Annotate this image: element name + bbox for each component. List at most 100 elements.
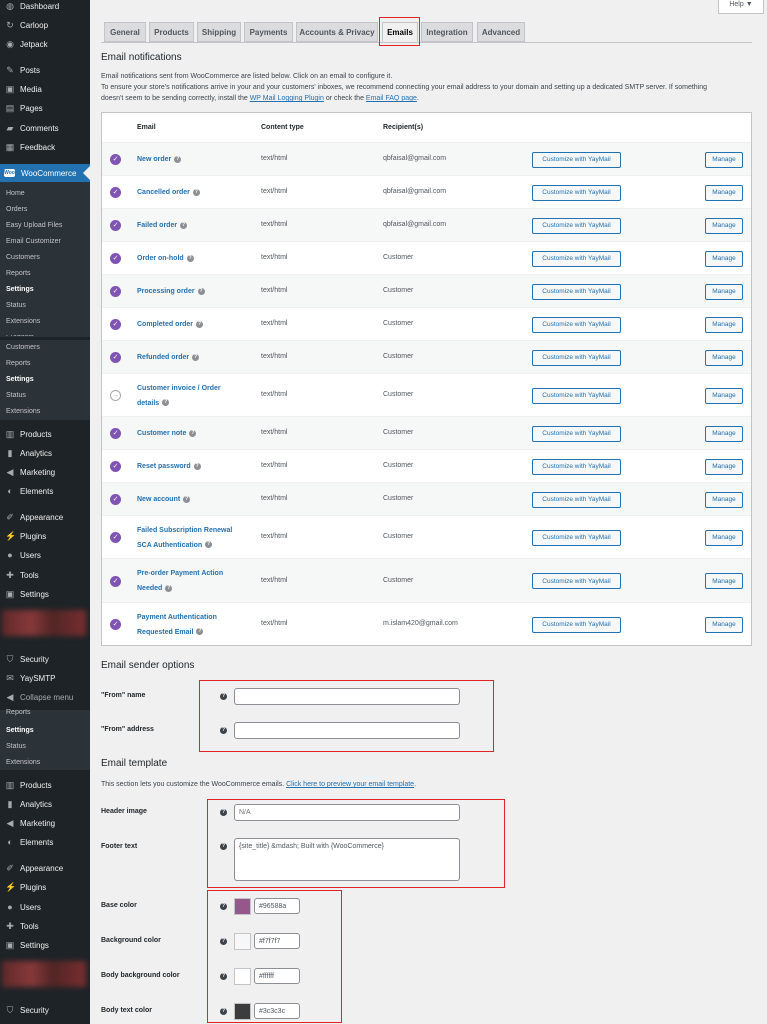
preview-template-link[interactable]: Click here to preview your email templat…: [286, 781, 414, 788]
manage-button[interactable]: Manage: [705, 425, 743, 442]
email-name-link[interactable]: Cancelled order?: [137, 185, 200, 200]
manage-button[interactable]: Manage: [705, 491, 743, 508]
email-name-link[interactable]: New order?: [137, 152, 182, 167]
manage-button[interactable]: Manage: [705, 387, 743, 404]
menu-elements[interactable]: ◐ Elements: [0, 482, 90, 500]
menu-tools[interactable]: ✚ Tools: [0, 566, 90, 584]
customize-yaymail-button[interactable]: Customize with YayMail: [532, 217, 621, 234]
menu-feedback[interactable]: ▦ Feedback: [0, 138, 90, 156]
help-tip-icon[interactable]: ?: [192, 353, 200, 361]
email-name-link[interactable]: New account?: [137, 492, 191, 507]
email-faq-link[interactable]: Email FAQ page: [366, 95, 417, 102]
submenu-settings[interactable]: Settings: [6, 286, 34, 293]
submenu-home[interactable]: Home: [6, 190, 25, 197]
manage-button[interactable]: Manage: [705, 529, 743, 546]
menu-woocommerce[interactable]: Woo WooCommerce: [0, 164, 90, 182]
help-button[interactable]: Help ▼: [718, 0, 764, 14]
customize-yaymail-button[interactable]: Customize with YayMail: [532, 573, 621, 589]
tab-shipping[interactable]: Shipping: [197, 22, 241, 42]
submenu-extensions[interactable]: Extensions: [6, 318, 40, 325]
tab-general[interactable]: General: [104, 22, 146, 42]
help-tip-icon[interactable]: ?: [183, 495, 191, 503]
submenu-customers[interactable]: Customers: [6, 254, 40, 261]
help-tip-icon[interactable]: ?: [162, 399, 170, 407]
menu-analytics[interactable]: ▮ Analytics: [0, 444, 90, 462]
menu-analytics[interactable]: ▮ Analytics: [0, 795, 90, 813]
email-name-link[interactable]: Reset password?: [137, 459, 201, 474]
tab-integration[interactable]: Integration: [421, 22, 473, 42]
help-tip-icon[interactable]: ?: [196, 628, 204, 636]
submenu-settings[interactable]: Settings: [6, 376, 34, 383]
menu-comments[interactable]: ▰ Comments: [0, 119, 90, 137]
menu-marketing[interactable]: ◀ Marketing: [0, 463, 90, 481]
manage-button[interactable]: Manage: [705, 458, 743, 475]
help-tip-icon[interactable]: ?: [180, 221, 188, 229]
help-tip-icon[interactable]: ?: [189, 429, 197, 437]
menu-yaysmtp[interactable]: ✉ YaySMTP: [0, 669, 90, 687]
submenu-orders[interactable]: Orders: [6, 206, 27, 213]
submenu-status[interactable]: Status: [6, 392, 26, 399]
manage-button[interactable]: Manage: [705, 316, 743, 333]
menu-jetpack[interactable]: ◉ Jetpack: [0, 35, 90, 53]
menu-settings[interactable]: ▣ Settings: [0, 936, 90, 954]
customize-yaymail-button[interactable]: Customize with YayMail: [532, 387, 621, 404]
collapse-menu-button[interactable]: ◀ Collapse menu: [0, 688, 90, 706]
customize-yaymail-button[interactable]: Customize with YayMail: [532, 250, 621, 267]
customize-yaymail-button[interactable]: Customize with YayMail: [532, 151, 621, 168]
menu-users[interactable]: ● Users: [0, 546, 90, 564]
submenu-reports[interactable]: Reports: [6, 270, 31, 277]
help-tip-icon[interactable]: ?: [205, 541, 213, 549]
help-tip-icon[interactable]: ?: [197, 287, 205, 295]
menu-carloop[interactable]: ↻ Carloop: [0, 16, 90, 34]
manage-button[interactable]: Manage: [705, 349, 743, 366]
manage-button[interactable]: Manage: [705, 616, 743, 633]
tab-payments[interactable]: Payments: [244, 22, 293, 42]
customize-yaymail-button[interactable]: Customize with YayMail: [532, 616, 621, 633]
help-tip-icon[interactable]: ?: [174, 155, 182, 163]
help-tip-icon[interactable]: ?: [165, 584, 173, 592]
menu-products[interactable]: ▥ Products: [0, 776, 90, 794]
submenu-status[interactable]: Status: [6, 743, 26, 750]
menu-products[interactable]: ▥ Products: [0, 425, 90, 443]
manage-button[interactable]: Manage: [705, 573, 743, 589]
menu-security[interactable]: ⛉ Security: [0, 650, 90, 668]
help-tip-icon[interactable]: ?: [193, 462, 201, 470]
help-tip-icon[interactable]: ?: [196, 320, 204, 328]
menu-plugins[interactable]: ⚡ Plugins: [0, 527, 90, 545]
menu-dashboard[interactable]: ◍ Dashboard: [0, 0, 90, 15]
submenu-reports[interactable]: Reports: [6, 709, 31, 717]
email-name-link[interactable]: Payment Authentication Requested Email?: [137, 610, 217, 640]
manage-button[interactable]: Manage: [705, 250, 743, 267]
help-tip-icon[interactable]: ?: [186, 254, 194, 262]
customize-yaymail-button[interactable]: Customize with YayMail: [532, 458, 621, 475]
menu-media[interactable]: ▣ Media: [0, 80, 90, 98]
submenu-easy-upload-files[interactable]: Easy Upload Files: [6, 222, 62, 229]
manage-button[interactable]: Manage: [705, 151, 743, 168]
submenu-status[interactable]: Status: [6, 302, 26, 309]
customize-yaymail-button[interactable]: Customize with YayMail: [532, 491, 621, 508]
menu-appearance[interactable]: ✐ Appearance: [0, 859, 90, 877]
tab-accounts-privacy[interactable]: Accounts & Privacy: [296, 22, 378, 42]
customize-yaymail-button[interactable]: Customize with YayMail: [532, 283, 621, 300]
manage-button[interactable]: Manage: [705, 217, 743, 234]
tab-products[interactable]: Products: [149, 22, 194, 42]
email-name-link[interactable]: Customer note?: [137, 426, 197, 441]
customize-yaymail-button[interactable]: Customize with YayMail: [532, 184, 621, 201]
menu-pages[interactable]: ▤ Pages: [0, 99, 90, 117]
customize-yaymail-button[interactable]: Customize with YayMail: [532, 349, 621, 366]
menu-elements[interactable]: ◐ Elements: [0, 833, 90, 851]
submenu-email-customizer[interactable]: Email Customizer: [6, 238, 61, 245]
menu-plugins[interactable]: ⚡ Plugins: [0, 878, 90, 896]
menu-tools[interactable]: ✚ Tools: [0, 917, 90, 935]
email-name-link[interactable]: Failed order?: [137, 218, 188, 233]
help-tip-icon[interactable]: ?: [192, 188, 200, 196]
menu-posts[interactable]: ✎ Posts: [0, 61, 90, 79]
submenu-customers[interactable]: Customers: [6, 344, 40, 351]
email-name-link[interactable]: Failed Subscription Renewal SCA Authentic…: [137, 523, 232, 553]
manage-button[interactable]: Manage: [705, 184, 743, 201]
email-name-link[interactable]: Customer invoice / Order details?: [137, 381, 221, 411]
customize-yaymail-button[interactable]: Customize with YayMail: [532, 529, 621, 546]
email-name-link[interactable]: Pre-order Payment Action Needed?: [137, 566, 223, 596]
menu-settings[interactable]: ▣ Settings: [0, 585, 90, 603]
menu-users[interactable]: ● Users: [0, 898, 90, 916]
